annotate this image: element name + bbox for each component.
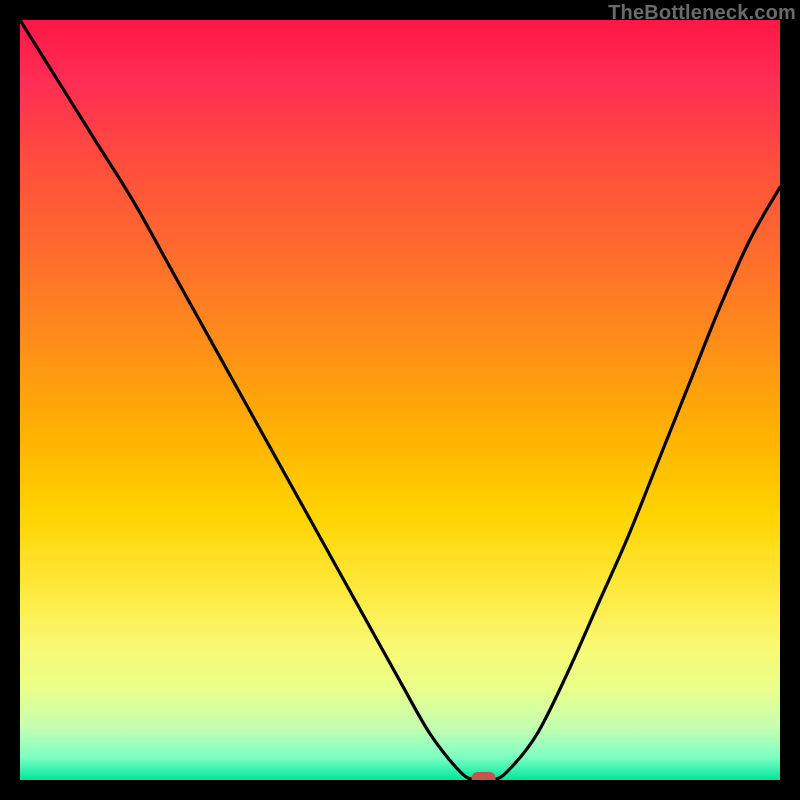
- chart-container: TheBottleneck.com: [0, 0, 800, 800]
- plot-area: [20, 20, 780, 780]
- optimum-marker: [472, 772, 496, 780]
- bottleneck-curve: [20, 20, 780, 780]
- chart-svg: [20, 20, 780, 780]
